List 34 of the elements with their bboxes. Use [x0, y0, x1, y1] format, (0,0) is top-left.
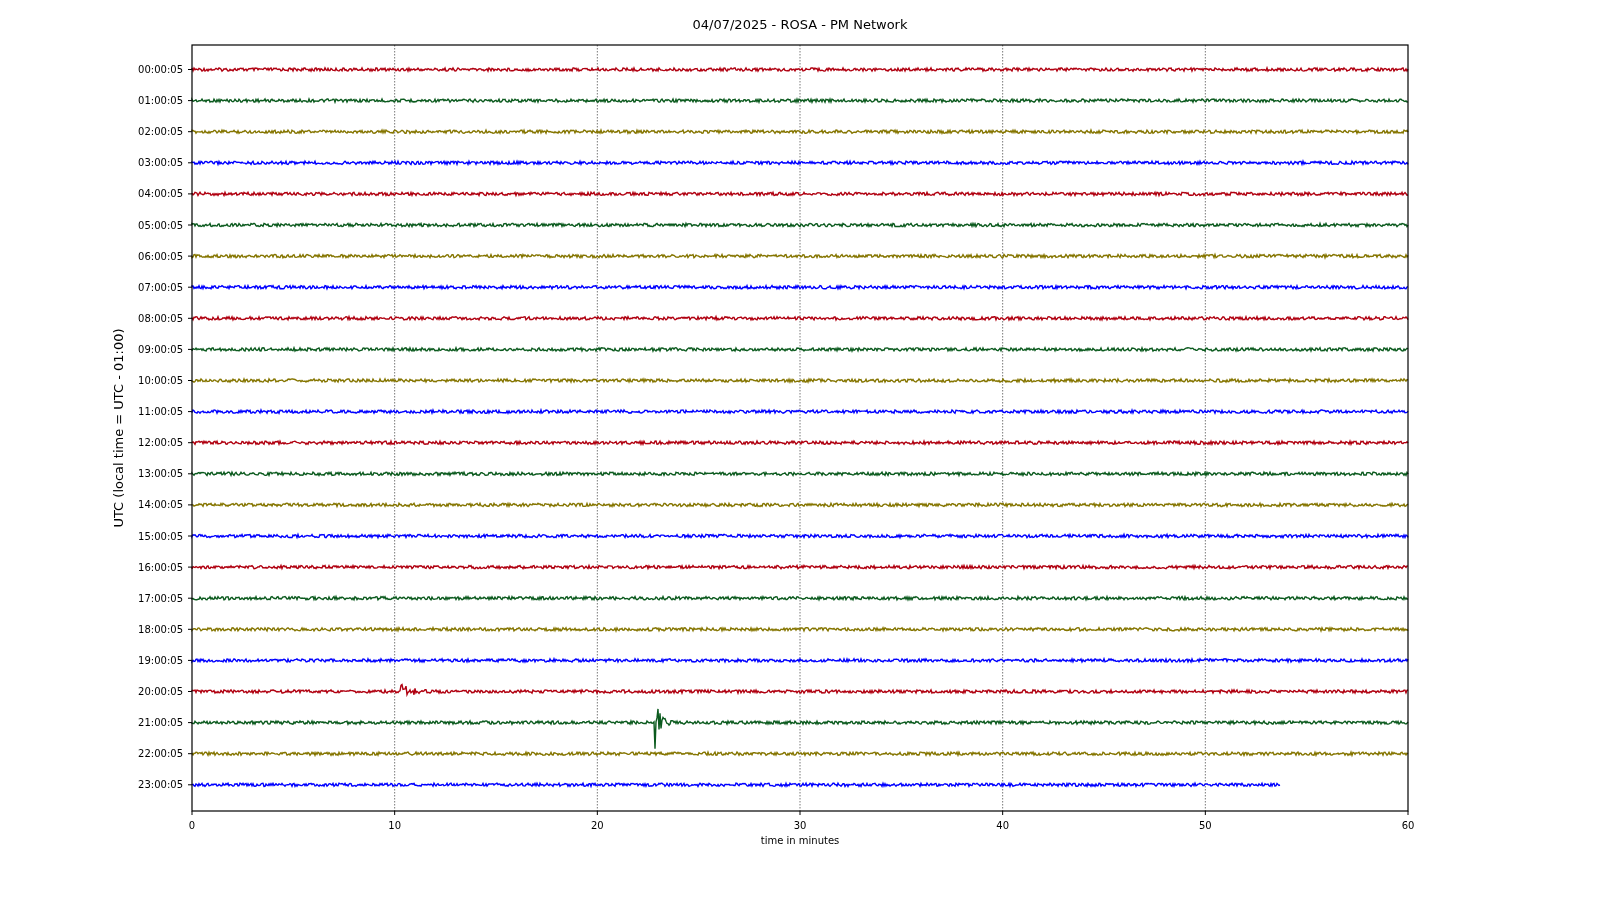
tick-label: 02:00:05	[138, 126, 183, 138]
tick-label: 09:00:05	[138, 343, 183, 355]
tick-label: 00:00:05	[138, 64, 183, 75]
tick-label: 20:00:05	[138, 686, 183, 697]
tick-label: 11:00:05	[138, 406, 183, 418]
tick-label: 0	[188, 820, 196, 831]
chart-title: 04/07/2025 - ROSA - PM Network	[692, 17, 908, 32]
tick-label: 19:00:05	[138, 654, 183, 666]
axis-label: UTC (local time = UTC - 01:00)	[111, 328, 126, 528]
tick-label: 50	[1198, 820, 1212, 831]
tick-label: 20	[590, 820, 604, 831]
axis-label: time in minutes	[760, 835, 840, 846]
tick-label: 06:00:05	[138, 250, 183, 262]
tick-label: 10	[388, 820, 402, 831]
tick-label: 16:00:05	[138, 561, 183, 573]
tick-label: 05:00:05	[138, 219, 183, 231]
tick-label: 40	[996, 820, 1010, 831]
tick-label: 23:00:05	[138, 779, 183, 791]
tick-label: 14:00:05	[138, 499, 183, 511]
tick-label: 04:00:05	[138, 188, 183, 200]
tick-label: 15:00:05	[138, 530, 183, 542]
tick-label: 12:00:05	[138, 437, 183, 449]
tick-label: 03:00:05	[138, 157, 183, 169]
tick-label: 17:00:05	[138, 592, 183, 604]
tick-label: 22:00:05	[138, 748, 183, 760]
tick-label: 08:00:05	[138, 312, 183, 324]
tick-label: 30	[793, 820, 807, 831]
tick-label: 21:00:05	[138, 717, 183, 729]
tick-label: 07:00:05	[138, 281, 183, 293]
tick-label: 10:00:05	[138, 375, 183, 386]
tick-label: 60	[1401, 820, 1415, 831]
tick-label: 01:00:05	[138, 95, 183, 107]
tick-label: 13:00:05	[138, 468, 183, 480]
tick-label: 18:00:05	[138, 623, 183, 635]
